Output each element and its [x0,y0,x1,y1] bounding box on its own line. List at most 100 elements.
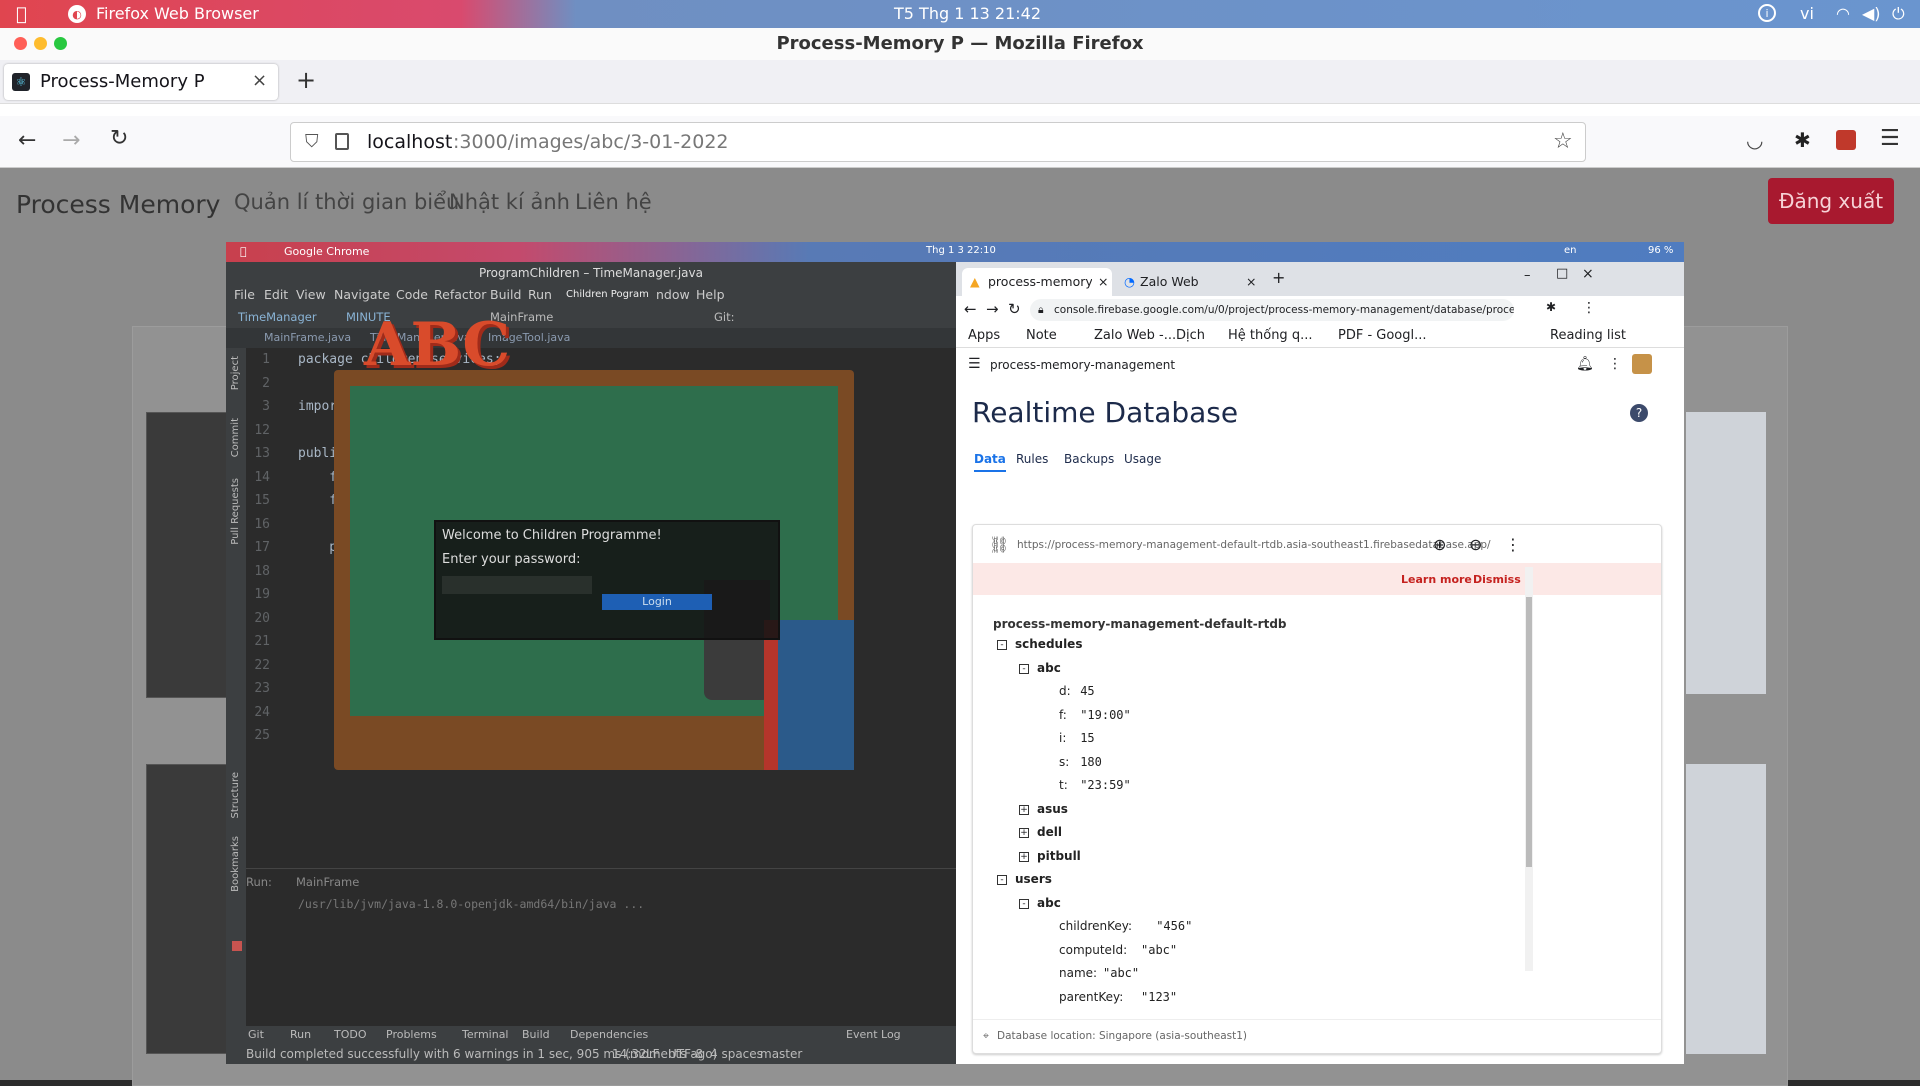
nav-schedule[interactable]: Quản lí thời gian biểu [234,190,459,214]
new-tab-button[interactable]: + [1272,268,1285,287]
line-separator[interactable]: LF [646,1044,660,1064]
tree-value[interactable]: 15 [1080,731,1094,745]
collapse-icon[interactable]: - [1019,898,1029,909]
bell-icon[interactable]: 🔔︎ [1576,356,1594,372]
reload-icon[interactable]: ↻ [110,126,128,151]
lock-icon[interactable]: 🔒︎ [1038,299,1044,321]
dismiss-link[interactable]: Dismiss [1473,573,1521,586]
bottom-tab[interactable]: Build [522,1026,550,1044]
minimize-window-button[interactable]: – [1524,268,1531,283]
bookmark-pdf[interactable]: PDF - Googl... [1338,328,1427,343]
add-icon[interactable]: ⊕ [1433,535,1446,554]
nav-contact[interactable]: Liên hệ [575,190,652,214]
thumbnail-image[interactable] [146,412,236,698]
bookmark-note[interactable]: Note [1026,328,1057,343]
bottom-tab[interactable]: Dependencies [570,1026,648,1044]
tree-key[interactable]: d: [1059,684,1071,698]
extension-icon[interactable]: ✱ [1794,128,1811,152]
tree-key[interactable]: dell [1037,825,1062,839]
tree-value[interactable]: "19:00" [1080,708,1131,722]
maximize-window-button[interactable] [54,37,67,50]
accessibility-icon[interactable]: i [1758,4,1776,22]
thumbnail-image[interactable] [146,764,236,1054]
minimize-window-button[interactable] [34,37,47,50]
commit-tool[interactable]: Commit [230,418,241,457]
tree-value[interactable]: "abc" [1141,943,1177,957]
addon-icon[interactable] [1836,130,1856,150]
menu-navigate[interactable]: Navigate [334,284,390,306]
bottom-tab[interactable]: Git [248,1026,264,1044]
bottom-tab[interactable]: Terminal [462,1026,509,1044]
menu-help[interactable]: Help [696,284,725,306]
tree-value[interactable]: "23:59" [1080,778,1131,792]
file-encoding[interactable]: UTF-8 [668,1044,703,1064]
tab-firebase[interactable]: ▲ process-memory-man × [962,268,1112,296]
brand-link[interactable]: Process Memory [16,190,220,219]
remove-icon[interactable]: ⊖ [1469,535,1482,554]
maximize-window-button[interactable]: □ [1556,266,1568,281]
logout-button[interactable]: Đăng xuất [1768,178,1894,224]
scrollbar-thumb[interactable] [1526,597,1532,867]
more-icon[interactable]: ⋮ [1608,356,1622,372]
shield-icon[interactable]: ⛉ [305,123,319,161]
tab-data[interactable]: Data [974,452,1006,472]
more-icon[interactable]: ⋮ [1505,535,1521,554]
thumbnail-image[interactable] [1686,764,1766,1054]
git-branch[interactable]: master [760,1044,802,1064]
tree-key[interactable]: abc [1037,896,1061,910]
tree-key[interactable]: f: [1059,708,1067,722]
wifi-icon[interactable]: ◠ [1836,4,1850,23]
extensions-icon[interactable]: ✱ [1546,300,1556,314]
indent-setting[interactable]: 4 spaces [710,1044,763,1064]
tab-usage[interactable]: Usage [1124,452,1161,466]
scrollbar[interactable] [1525,567,1533,971]
help-icon[interactable]: ? [1630,404,1648,422]
tab-backups[interactable]: Backups [1064,452,1114,466]
bookmarks-tool[interactable]: Bookmarks [230,836,241,892]
project-tool[interactable]: Project [230,356,241,390]
menu-edit[interactable]: Edit [264,284,288,306]
expand-icon[interactable]: + [1019,804,1029,815]
tree-key[interactable]: computeId: [1059,943,1127,957]
menu-window[interactable]: ndow [656,284,690,306]
menu-view[interactable]: View [296,284,326,306]
structure-tool[interactable]: Structure [230,772,241,819]
database-url[interactable]: https://process-memory-management-defaul… [1017,539,1491,551]
new-tab-button[interactable]: + [296,66,316,94]
enlarged-screenshot[interactable]:  Google Chrome Thg 1 3 22:10 en 96 % Pr… [226,242,1684,1064]
close-tab-icon[interactable]: × [1246,268,1256,296]
tree-key[interactable]: abc [1037,661,1061,675]
tree-key[interactable]: i: [1059,731,1066,745]
project-selector[interactable]: process-memory-management [990,358,1175,372]
expand-icon[interactable]: + [1019,828,1029,838]
cursor-position[interactable]: 14:32 [612,1044,647,1064]
menu-run[interactable]: Run [528,284,552,306]
clock[interactable]: T5 Thg 1 13 21:42 [894,4,1041,23]
url-bar[interactable]: ⛉ localhost :3000/images/abc/3-01-2022 ☆ [290,122,1586,162]
menu-file[interactable]: File [234,284,255,306]
page-icon[interactable] [335,133,349,150]
tree-key[interactable]: s: [1059,755,1069,769]
collapse-icon[interactable]: - [997,640,1007,650]
tree-key[interactable]: users [1015,872,1052,886]
bookmark-translate[interactable]: Dịch [1176,328,1205,343]
close-tab-icon[interactable]: × [252,70,267,91]
login-button[interactable]: Login [602,594,712,610]
input-language[interactable]: vi [1800,4,1814,23]
collapse-icon[interactable]: - [997,875,1007,885]
tab-mainframe[interactable]: MainFrame.java [264,328,351,348]
tree-key[interactable]: pitbull [1037,849,1081,863]
menu-code[interactable]: Code [396,284,428,306]
bottom-tab[interactable]: Event Log [846,1026,901,1044]
tab-rules[interactable]: Rules [1016,452,1048,466]
collapse-icon[interactable]: - [1019,663,1029,674]
back-icon[interactable]: ← [18,128,36,153]
close-window-button[interactable] [14,37,27,50]
tree-root[interactable]: process-memory-management-default-rtdb [993,617,1287,631]
apple-icon[interactable]:  [16,4,27,25]
learn-more-link[interactable]: Learn more [1401,573,1472,586]
tree-key[interactable]: parentKey: [1059,990,1123,1004]
pocket-icon[interactable]: ◡ [1746,128,1763,152]
bookmark-zalo[interactable]: Zalo Web -... [1094,328,1176,343]
tab-zalo[interactable]: ◔ Zalo Web × [1116,268,1262,296]
